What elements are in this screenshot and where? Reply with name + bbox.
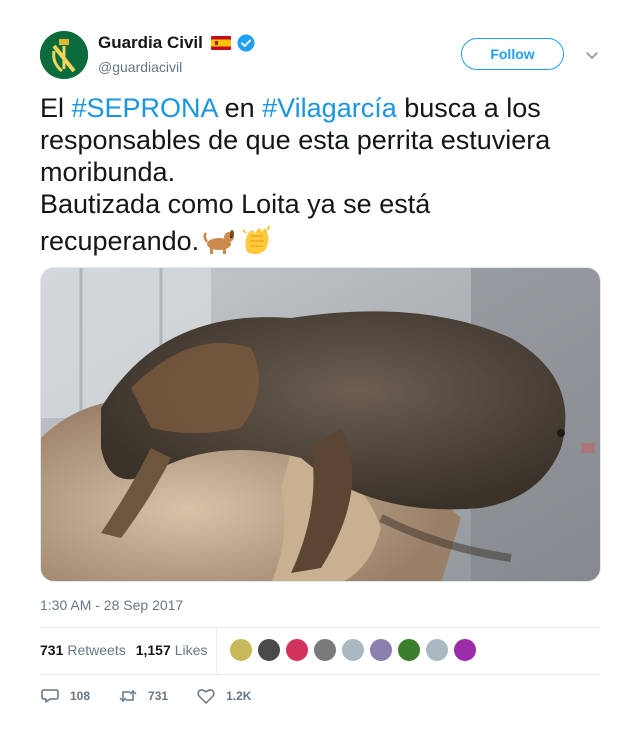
liker-avatar[interactable] [229, 638, 253, 662]
liker-avatar[interactable] [397, 638, 421, 662]
dog-emoji-icon [201, 226, 237, 263]
reply-count: 108 [70, 689, 91, 703]
tweet-text-line-5: recuperando. [40, 224, 600, 263]
likes-label[interactable]: Likes [175, 642, 208, 658]
tweet-text-line-3: moribunda. [40, 157, 176, 187]
divider [40, 627, 600, 628]
liker-avatar[interactable] [369, 638, 393, 662]
clapping-hands-icon [239, 224, 275, 263]
heart-icon[interactable] [196, 686, 216, 706]
hashtag-link[interactable]: #Vilagarcía [262, 93, 397, 123]
engagement-stats: 731 Retweets 1,157 Likes [40, 640, 217, 660]
likes-count[interactable]: 1,157 [136, 642, 171, 658]
text-segment: recuperando. [40, 226, 200, 256]
liker-avatar[interactable] [257, 638, 281, 662]
liker-avatars [229, 638, 481, 664]
like-action[interactable]: 1.2K [196, 686, 251, 706]
retweet-action[interactable]: 731 [118, 686, 168, 706]
reply-icon[interactable] [40, 686, 60, 706]
retweets-label[interactable]: Retweets [67, 642, 125, 658]
liker-avatar[interactable] [453, 638, 477, 662]
author-handle[interactable]: @guardiacivil [98, 59, 182, 75]
tweet: Guardia Civil @guardiacivil Follow El #S… [0, 0, 640, 736]
spain-flag-icon [210, 36, 231, 50]
liker-avatar[interactable] [313, 638, 337, 662]
verified-icon [237, 34, 255, 52]
chevron-down-icon[interactable] [585, 48, 599, 62]
retweet-count: 731 [148, 689, 169, 703]
divider [40, 674, 600, 675]
reply-action[interactable]: 108 [40, 686, 90, 706]
retweet-icon[interactable] [118, 686, 138, 706]
text-segment: en [217, 93, 263, 123]
liker-avatar[interactable] [341, 638, 365, 662]
tweet-timestamp[interactable]: 1:30 AM - 28 Sep 2017 [40, 597, 183, 613]
hashtag-link[interactable]: #SEPRONA [72, 93, 218, 123]
text-segment: El [40, 93, 72, 123]
tweet-text: El #SEPRONA en #Vilagarcía busca a los r… [40, 92, 600, 263]
display-name[interactable]: Guardia Civil [98, 33, 203, 53]
follow-button[interactable]: Follow [461, 38, 564, 70]
tweet-text-line-1: El #SEPRONA en #Vilagarcía busca a los [40, 92, 600, 124]
avatar[interactable] [40, 31, 88, 79]
liker-avatar[interactable] [425, 638, 449, 662]
tweet-text-line-4: Bautizada como Loita ya se está [40, 189, 431, 219]
tweet-text-line-2: responsables de que esta perrita estuvie… [40, 125, 551, 155]
like-count: 1.2K [226, 689, 252, 703]
tweet-photo[interactable] [40, 267, 601, 582]
stats-separator [216, 628, 217, 674]
text-segment: busca a los [396, 93, 541, 123]
liker-avatar[interactable] [285, 638, 309, 662]
author-name-line: Guardia Civil [98, 32, 255, 54]
tweet-actions: 108 731 1.2K [40, 686, 279, 706]
retweets-count[interactable]: 731 [40, 642, 63, 658]
